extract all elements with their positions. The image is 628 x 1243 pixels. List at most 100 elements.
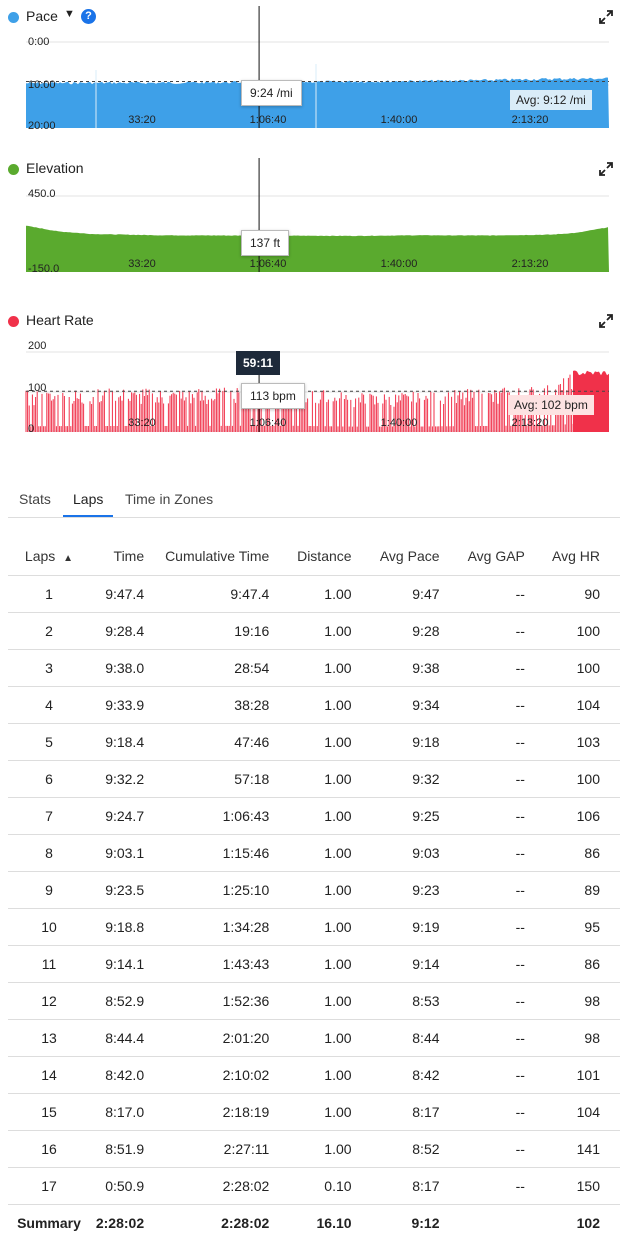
- heart-rate-chart-title: Heart Rate: [26, 312, 94, 328]
- table-row[interactable]: 6 9:32.2 57:18 1.00 9:32 -- 100: [8, 760, 620, 798]
- laps-table: Laps ▲ Time Cumulative Time Distance Avg…: [8, 537, 620, 1242]
- tab-stats[interactable]: Stats: [19, 491, 51, 515]
- cell-avg-hr: 86: [544, 834, 620, 872]
- cell-cumulative-time: 28:54: [152, 649, 290, 687]
- cell-avg-pace: 8:44: [371, 1019, 460, 1057]
- table-row[interactable]: 9 9:23.5 1:25:10 1.00 9:23 -- 89: [8, 871, 620, 909]
- cell-lap-number: 8: [8, 834, 90, 872]
- cell-lap-time: 8:52.9: [90, 982, 153, 1020]
- cell-lap-number: 17: [8, 1167, 90, 1205]
- cell-cumulative-time: 1:52:36: [152, 982, 290, 1020]
- table-row[interactable]: 10 9:18.8 1:34:28 1.00 9:19 -- 95: [8, 908, 620, 946]
- elevation-y-label-bottom: -150.0: [28, 263, 60, 275]
- elevation-chart-header: Elevation: [0, 158, 628, 180]
- cell-lap-number: 16: [8, 1130, 90, 1168]
- expand-icon[interactable]: [598, 9, 614, 25]
- cell-lap-time: 8:44.4: [90, 1019, 153, 1057]
- elevation-x-tick: 1:06:40: [249, 258, 287, 270]
- table-row[interactable]: 8 9:03.1 1:15:46 1.00 9:03 -- 86: [8, 834, 620, 872]
- cell-lap-number: 9: [8, 871, 90, 909]
- table-row[interactable]: 3 9:38.0 28:54 1.00 9:38 -- 100: [8, 649, 620, 687]
- cell-cumulative-time: 9:47.4: [152, 575, 290, 613]
- cell-avg-pace: 9:23: [371, 871, 460, 909]
- table-row[interactable]: 11 9:14.1 1:43:43 1.00 9:14 -- 86: [8, 945, 620, 983]
- table-row[interactable]: 2 9:28.4 19:16 1.00 9:28 -- 100: [8, 612, 620, 650]
- cell-avg-hr: 86: [544, 945, 620, 983]
- table-row[interactable]: 13 8:44.4 2:01:20 1.00 8:44 -- 98: [8, 1019, 620, 1057]
- cell-avg-pace: 9:34: [371, 686, 460, 724]
- cell-cumulative-time: 38:28: [152, 686, 290, 724]
- cell-cumulative-time: 2:28:02: [152, 1167, 290, 1205]
- cell-lap-number: 3: [8, 649, 90, 687]
- column-header-laps[interactable]: Laps ▲: [8, 537, 90, 576]
- expand-icon[interactable]: [598, 161, 614, 177]
- cell-distance: 1.00: [289, 612, 372, 650]
- table-row[interactable]: 1 9:47.4 9:47.4 1.00 9:47 -- 90: [8, 575, 620, 613]
- cell-lap-number: 4: [8, 686, 90, 724]
- pace-chart-header: Pace ▼ ?: [0, 6, 628, 28]
- cell-lap-time: 9:24.7: [90, 797, 153, 835]
- pace-y-label-top: 0:00: [28, 36, 50, 48]
- cell-distance: 1.00: [289, 871, 372, 909]
- table-row[interactable]: 14 8:42.0 2:10:02 1.00 8:42 -- 101: [8, 1056, 620, 1094]
- column-header-time[interactable]: Time: [90, 537, 153, 576]
- heart-rate-cursor-tooltip: 113 bpm: [241, 383, 305, 409]
- cell-avg-pace: 9:18: [371, 723, 460, 761]
- pace-x-tick: 33:20: [128, 114, 156, 126]
- column-header-avg-gap[interactable]: Avg GAP: [459, 537, 545, 576]
- heart-rate-x-tick: 1:40:00: [380, 417, 418, 429]
- cell-cumulative-time: 2:10:02: [152, 1056, 290, 1094]
- cell-distance: 1.00: [289, 908, 372, 946]
- cell-lap-number: 15: [8, 1093, 90, 1131]
- pace-x-tick: 2:13:20: [511, 114, 549, 126]
- expand-icon[interactable]: [598, 313, 614, 329]
- cell-avg-hr: 104: [544, 686, 620, 724]
- chevron-down-icon[interactable]: ▼: [64, 8, 75, 20]
- laps-table-body: 1 9:47.4 9:47.4 1.00 9:47 -- 90 2 9:28.4 19:16 1.0…: [8, 575, 620, 1242]
- column-header-avg-pace[interactable]: Avg Pace: [371, 537, 460, 576]
- table-row[interactable]: 12 8:52.9 1:52:36 1.00 8:53 -- 98: [8, 982, 620, 1020]
- summary-avg-pace: 9:12: [411, 1215, 440, 1232]
- table-row[interactable]: 5 9:18.4 47:46 1.00 9:18 -- 103: [8, 723, 620, 761]
- pace-chart-title[interactable]: Pace: [26, 8, 58, 24]
- cell-cumulative-time: 1:15:46: [152, 834, 290, 872]
- cell-lap-time: 9:14.1: [90, 945, 153, 983]
- elevation-cursor-tooltip: 137 ft: [241, 230, 290, 256]
- cell-avg-hr: 100: [544, 612, 620, 650]
- cell-lap-time: 9:33.9: [90, 686, 153, 724]
- elevation-y-label-top: 450.0: [28, 188, 56, 200]
- table-row[interactable]: 17 0:50.9 2:28:02 0.10 8:17 -- 150: [8, 1167, 620, 1205]
- summary-cumulative-time: 2:28:02: [221, 1215, 270, 1232]
- cell-lap-time: 9:28.4: [90, 612, 153, 650]
- cell-cumulative-time: 1:25:10: [152, 871, 290, 909]
- table-row[interactable]: 4 9:33.9 38:28 1.00 9:34 -- 104: [8, 686, 620, 724]
- cell-avg-hr: 106: [544, 797, 620, 835]
- cell-distance: 1.00: [289, 1130, 372, 1168]
- pace-y-label-bottom: 20:00: [28, 120, 56, 132]
- cell-cumulative-time: 1:34:28: [152, 908, 290, 946]
- elevation-legend-dot: [8, 164, 19, 175]
- cell-avg-hr: 101: [544, 1056, 620, 1094]
- heart-rate-x-tick: 1:06:40: [249, 417, 287, 429]
- cell-distance: 1.00: [289, 945, 372, 983]
- heart-rate-y-label-mid: 100: [28, 382, 47, 394]
- column-header-distance[interactable]: Distance: [289, 537, 372, 576]
- cell-avg-gap: --: [459, 612, 545, 650]
- column-header-cumulative-time[interactable]: Cumulative Time: [152, 537, 290, 576]
- summary-row: Summary 2:28:02 2:28:02 16.10 9:12 102: [8, 1204, 620, 1242]
- cell-cumulative-time: 2:27:11: [152, 1130, 290, 1168]
- elevation-x-tick: 33:20: [128, 258, 156, 270]
- cell-avg-hr: 100: [544, 649, 620, 687]
- help-icon[interactable]: ?: [81, 9, 96, 24]
- tab-time-in-zones[interactable]: Time in Zones: [125, 491, 213, 515]
- table-row[interactable]: 16 8:51.9 2:27:11 1.00 8:52 -- 141: [8, 1130, 620, 1168]
- cell-avg-hr: 89: [544, 871, 620, 909]
- column-header-avg-hr[interactable]: Avg HR: [544, 537, 620, 576]
- cell-cumulative-time: 1:43:43: [152, 945, 290, 983]
- pace-chart: Pace ▼ ? 0:00 10:00 20:00 33:20 1:06:40 …: [0, 6, 628, 134]
- tab-laps[interactable]: Laps: [63, 491, 114, 517]
- cell-distance: 1.00: [289, 1056, 372, 1094]
- heart-rate-x-tick: 2:13:20: [511, 417, 549, 429]
- table-row[interactable]: 15 8:17.0 2:18:19 1.00 8:17 -- 104: [8, 1093, 620, 1131]
- table-row[interactable]: 7 9:24.7 1:06:43 1.00 9:25 -- 106: [8, 797, 620, 835]
